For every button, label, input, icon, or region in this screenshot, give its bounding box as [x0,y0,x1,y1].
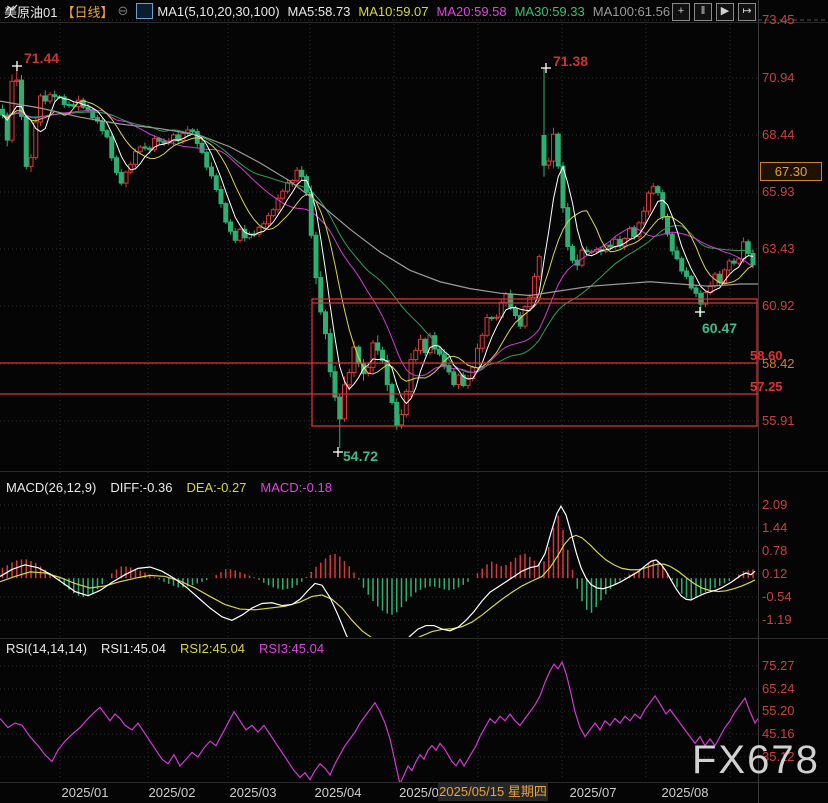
date-axis-tick: 2025/01 [62,785,109,800]
chart-canvas[interactable] [0,0,828,803]
collapse-icon[interactable]: ⊖ [117,3,128,19]
macd-label[interactable]: MACD(26,12,9) [6,480,96,496]
level-price-label: 58.60 [750,348,783,363]
rsi3-value: RSI3:45.04 [259,641,324,657]
level-price-label: 57.25 [750,379,783,394]
kline-style-icon[interactable] [136,3,153,19]
date-axis-tick: 2025/03 [230,785,277,800]
macd-panel [0,506,755,659]
macd-header: MACD(26,12,9) DIFF:-0.36 DEA:-0.27 MACD:… [6,480,332,496]
macd-axis-tick: 0.78 [762,543,826,558]
price-axis-tick: 60.92 [762,298,826,313]
ma30-value: MA30:59.33 [515,4,585,19]
rsi-axis-tick: 75.27 [762,658,826,673]
rsi-axis-tick: 65.24 [762,681,826,696]
macd-axis-tick: 0.12 [762,566,826,581]
auto-scroll-icon[interactable]: ▶ [716,3,734,21]
rsi1-value: RSI1:45.04 [101,641,166,657]
chart-header: 美原油01 【日线】 ⊖ MA1(5,10,20,30,100) MA5:58.… [4,2,670,20]
crosshair-date-label: 2025/05/15 星期四 [438,783,548,801]
high-label-1: 71.44 [24,50,59,66]
user-drawings [0,299,758,426]
date-axis-tick: 2025/02 [149,785,196,800]
trading-chart-window: 美原油01 【日线】 ⊖ MA1(5,10,20,30,100) MA5:58.… [0,0,828,803]
date-axis-tick: 2025/0 [399,785,439,800]
high-label-2: 71.38 [553,53,588,69]
macd-diff-value: DIFF:-0.36 [110,480,172,496]
macd-dea-value: DEA:-0.27 [186,480,246,496]
rsi-panel [0,662,758,784]
date-axis-tick: 2025/08 [662,785,709,800]
rsi-header: RSI(14,14,14) RSI1:45.04 RSI2:45.04 RSI3… [6,641,324,657]
period-selector[interactable]: 【日线】 [61,2,113,21]
macd-macd-value: MACD:-0.18 [260,480,332,496]
macd-axis-tick: -0.54 [762,589,826,604]
low-label-2: 54.72 [343,448,378,464]
price-axis-tick: 63.43 [762,241,826,256]
watermark-logo: FX678 [692,738,820,783]
rsi-axis-tick: 55.20 [762,703,826,718]
low-label-1: 60.47 [702,320,737,336]
macd-axis-tick: -1.19 [762,612,826,627]
pan-icon[interactable]: + [672,3,690,21]
macd-axis-tick: 2.09 [762,497,826,512]
chart-toolbar: +‖▶↦ [672,3,756,21]
ma5-value: MA5:58.73 [288,4,351,19]
price-axis-tick: 65.93 [762,184,826,199]
date-axis-tick: 2025/04 [315,785,362,800]
goto-latest-icon[interactable]: ↦ [738,3,756,21]
crosshair-price-label: 67.30 [760,162,822,181]
ma100-value: MA100:61.56 [593,4,670,19]
ma-group-label[interactable]: MA1(5,10,20,30,100) [157,4,279,19]
rsi-label[interactable]: RSI(14,14,14) [6,641,87,657]
price-axis-tick: 55.91 [762,413,826,428]
ma20-value: MA20:59.58 [437,4,507,19]
ma10-value: MA10:59.07 [358,4,428,19]
date-axis-tick: 2025/07 [570,785,617,800]
axis-scale-icon[interactable]: ‖ [694,3,712,21]
price-axis-tick: 68.44 [762,127,826,142]
rsi2-value: RSI2:45.04 [180,641,245,657]
price-axis-tick: 70.94 [762,70,826,85]
annotation-crosses [12,61,705,457]
macd-axis-tick: 1.44 [762,520,826,535]
price-axis-tick: 73.45 [762,12,826,27]
